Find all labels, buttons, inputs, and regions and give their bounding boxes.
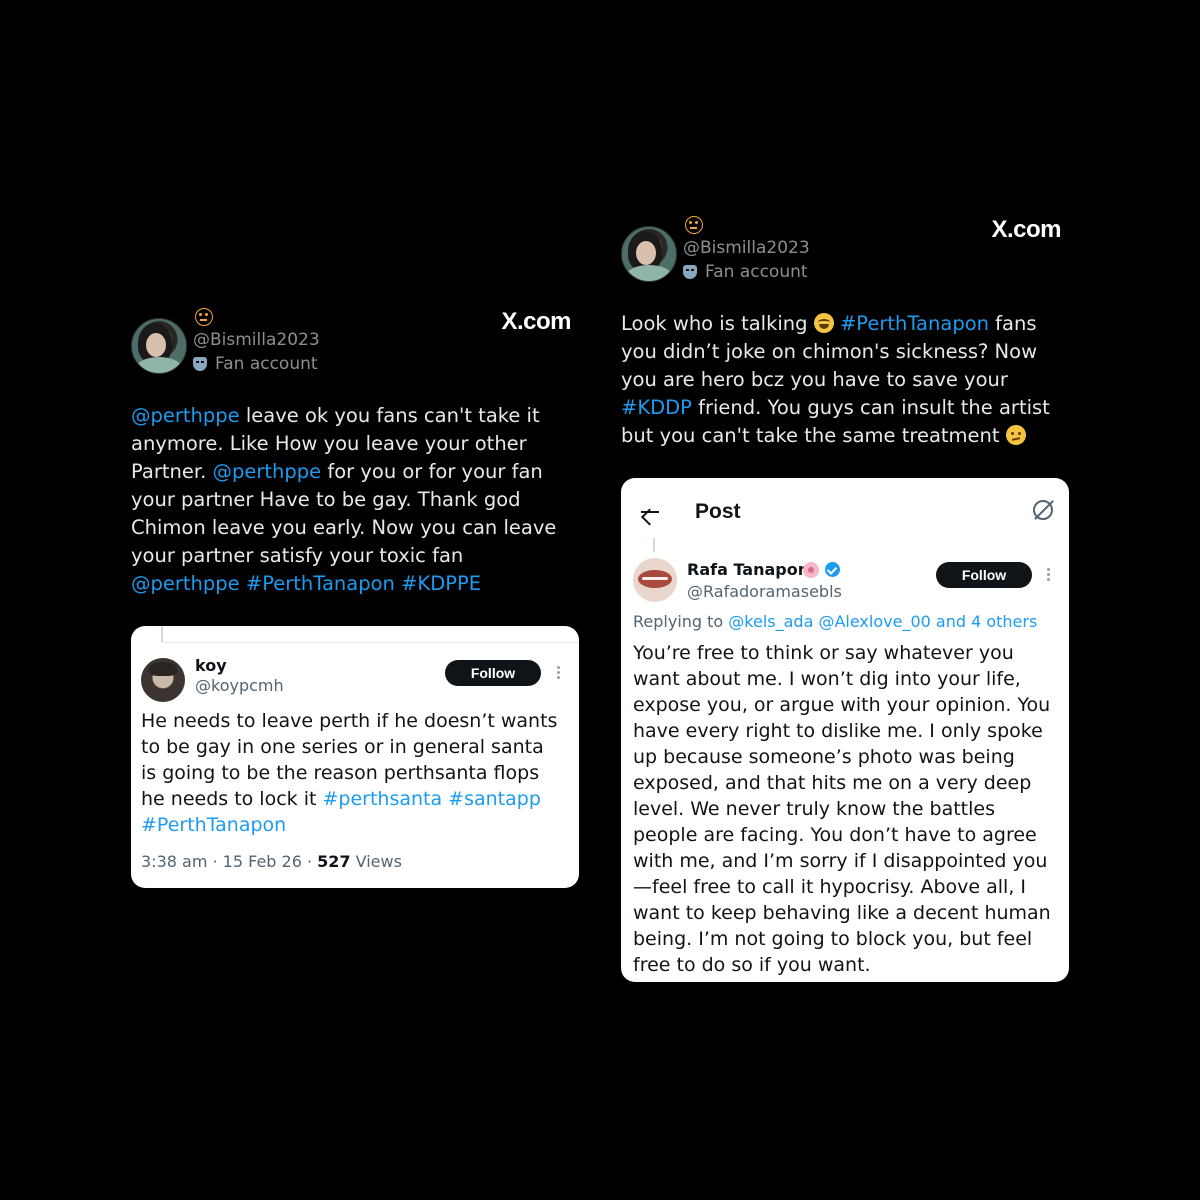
user-name[interactable]: koy [195, 656, 227, 675]
neutral-face-icon [685, 216, 703, 234]
back-arrow-icon[interactable] [641, 511, 659, 513]
mask-icon [193, 357, 207, 371]
follow-button[interactable]: Follow [445, 660, 541, 686]
avatar[interactable] [633, 558, 677, 602]
replying-to: Replying to @kels_ada @Alexlove_00 and 4… [633, 612, 1037, 631]
avatar[interactable] [621, 226, 677, 282]
left-tweet-header: @Bismilla2023 Fan account X.com [131, 308, 571, 388]
verified-badge-icon [825, 562, 840, 577]
badge-label: Fan account [705, 262, 808, 282]
right-tweet-header: @Bismilla2023 Fan account X.com [621, 216, 1061, 296]
hashtag-link[interactable]: #KDPPE [401, 572, 481, 595]
fan-account-badge: Fan account [193, 354, 318, 374]
x-com-logo: X.com [501, 308, 571, 335]
x-com-logo: X.com [991, 216, 1061, 243]
mention-link[interactable]: @perthppe [212, 460, 321, 483]
user-handle[interactable]: @Bismilla2023 [193, 330, 320, 350]
user-handle[interactable]: @koypcmh [195, 676, 284, 695]
tweet-text: @perthppe leave ok you fans can't take i… [131, 402, 571, 598]
right-tweet: @Bismilla2023 Fan account X.com Look who… [621, 216, 1061, 450]
views-label: Views [350, 852, 402, 871]
embedded-post-koy[interactable]: koy @koypcmh Follow He needs to leave pe… [131, 626, 579, 888]
hashtag-link[interactable]: #perthsanta [322, 788, 442, 810]
text-span: Look who is talking [621, 312, 814, 335]
post-text: You’re free to think or say whatever you… [633, 642, 1051, 976]
left-tweet: @Bismilla2023 Fan account X.com @perthpp… [131, 308, 571, 598]
neutral-face-icon [195, 308, 213, 326]
hashtag-link[interactable]: #PerthTanapon [840, 312, 989, 335]
replying-to-users[interactable]: @kels_ada @Alexlove_00 and 4 others [728, 612, 1037, 631]
post-header: Post [621, 478, 1069, 542]
hashtag-link[interactable]: #PerthTanapon [246, 572, 395, 595]
post-timestamp[interactable]: 3:38 am · 15 Feb 26 · [141, 852, 317, 871]
cherry-blossom-icon [803, 562, 819, 578]
rofl-emoji-icon [813, 313, 834, 333]
user-handle[interactable]: @Bismilla2023 [683, 238, 810, 258]
post-meta: 3:38 am · 15 Feb 26 · 527 Views [141, 852, 402, 871]
mask-icon [683, 265, 697, 279]
views-count: 527 [317, 852, 351, 871]
user-name[interactable]: Rafa Tanapon [687, 560, 809, 579]
post-text: He needs to leave perth if he doesn’t wa… [141, 708, 561, 838]
post-title: Post [695, 500, 741, 523]
follow-button[interactable]: Follow [936, 562, 1032, 588]
fan-account-badge: Fan account [683, 262, 808, 282]
divider [163, 642, 579, 643]
mention-link[interactable]: @perthppe [131, 572, 240, 595]
more-options-icon[interactable] [556, 666, 560, 680]
grok-icon[interactable] [1033, 500, 1053, 520]
avatar[interactable] [141, 658, 185, 702]
replying-prefix: Replying to [633, 612, 729, 631]
avatar[interactable] [131, 318, 187, 374]
badge-label: Fan account [215, 354, 318, 374]
thread-line [653, 538, 655, 552]
mention-link[interactable]: @perthppe [131, 404, 240, 427]
smirk-emoji-icon [1005, 425, 1026, 445]
more-options-icon[interactable] [1046, 568, 1050, 582]
hashtag-link[interactable]: #KDDP [621, 396, 692, 419]
user-handle[interactable]: @Rafadoramasebls [687, 582, 842, 601]
hashtag-link[interactable]: #santapp [448, 788, 541, 810]
embedded-post-rafa[interactable]: Post Rafa Tanapon @Rafadoramasebls Follo… [621, 478, 1069, 982]
tweet-text: Look who is talking #PerthTanapon fans y… [621, 310, 1061, 450]
thread-line [161, 626, 163, 642]
hashtag-link[interactable]: #PerthTanapon [141, 814, 286, 836]
